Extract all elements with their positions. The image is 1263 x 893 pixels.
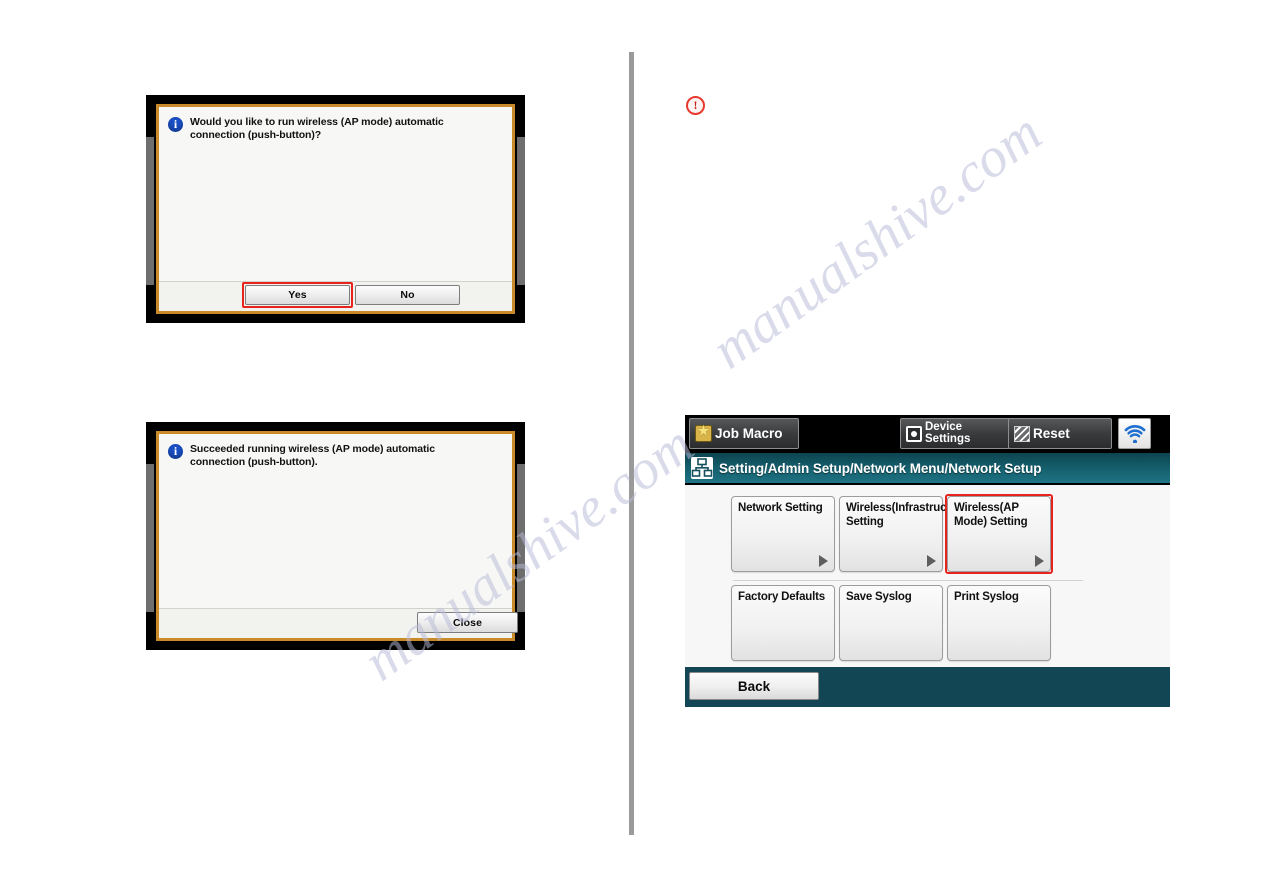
tile-print-syslog[interactable]: Print Syslog (947, 585, 1051, 661)
chevron-right-icon (927, 555, 936, 567)
success-dialog-body: Succeeded running wireless (AP mode) aut… (159, 434, 512, 608)
page-column-divider (629, 52, 634, 835)
yes-button[interactable]: Yes (245, 285, 350, 305)
tile-factory-defaults-label: Factory Defaults (738, 591, 825, 603)
panel-top-bar: Job Macro Device Settings Reset (685, 415, 1170, 453)
confirm-dialog-message: Would you like to run wireless (AP mode)… (190, 116, 444, 141)
back-button[interactable]: Back (689, 672, 819, 700)
network-hierarchy-icon (691, 457, 713, 479)
confirm-dialog-screenshot: Would you like to run wireless (AP mode)… (146, 95, 525, 323)
close-button[interactable]: Close (417, 612, 518, 633)
reset-label: Reset (1033, 426, 1070, 441)
job-macro-label: Job Macro (715, 426, 783, 441)
success-dialog-message: Succeeded running wireless (AP mode) aut… (190, 443, 435, 468)
job-macro-button[interactable]: Job Macro (689, 418, 799, 449)
reset-button[interactable]: Reset (1008, 418, 1112, 449)
watermark-line-2: manualshive.com (700, 101, 1053, 381)
tile-print-syslog-label: Print Syslog (954, 591, 1019, 603)
success-dialog-footer: Close (159, 608, 518, 638)
tile-wireless-ap-mode-setting-label: Wireless(AP Mode) Setting (954, 502, 1028, 528)
reset-icon (1014, 425, 1030, 442)
star-icon (695, 423, 712, 442)
tile-row-divider (733, 580, 1083, 581)
tile-save-syslog[interactable]: Save Syslog (839, 585, 943, 661)
tile-wireless-ap-mode-setting[interactable]: Wireless(AP Mode) Setting (945, 494, 1053, 574)
tile-wireless-infrastructure-setting[interactable]: Wireless(Infrastructure) Setting (839, 496, 971, 572)
no-button[interactable]: No (355, 285, 460, 305)
exclamation-circle-icon: ! (686, 96, 705, 115)
tile-network-setting[interactable]: Network Setting (731, 496, 835, 572)
device-settings-button[interactable]: Device Settings (900, 418, 1010, 449)
tile-network-setting-label: Network Setting (738, 502, 823, 514)
panel-tile-area: Network Setting Wireless(Infrastructure)… (685, 487, 1170, 667)
confirm-dialog: Would you like to run wireless (AP mode)… (156, 104, 515, 314)
info-icon (168, 116, 183, 132)
tile-save-syslog-label: Save Syslog (846, 591, 912, 603)
exclamation-circle-glyph: ! (693, 98, 698, 112)
tile-row-2: Factory Defaults Save Syslog Print Syslo… (731, 585, 1051, 661)
info-icon (168, 443, 183, 459)
success-dialog-screenshot: Succeeded running wireless (AP mode) aut… (146, 422, 525, 650)
device-settings-label: Device Settings (925, 421, 971, 445)
printer-control-panel: Job Macro Device Settings Reset (685, 415, 1170, 707)
breadcrumb-text: Setting/Admin Setup/Network Menu/Network… (719, 460, 1042, 476)
lcd-left-bar-2 (146, 464, 154, 612)
chevron-right-icon (1035, 555, 1044, 567)
wifi-status-button[interactable] (1118, 418, 1151, 449)
panel-bottom-bar: Back (685, 667, 1170, 707)
breadcrumb: Setting/Admin Setup/Network Menu/Network… (685, 453, 1170, 485)
lcd-right-bar-2 (517, 464, 525, 612)
tile-row-1: Network Setting Wireless(Infrastructure)… (731, 494, 1053, 574)
chevron-right-icon (819, 555, 828, 567)
lcd-left-bar (146, 137, 154, 285)
tile-factory-defaults[interactable]: Factory Defaults (731, 585, 835, 661)
confirm-dialog-footer: Yes No (159, 281, 512, 311)
confirm-dialog-body: Would you like to run wireless (AP mode)… (159, 107, 512, 281)
lcd-right-bar (517, 137, 525, 285)
wifi-icon (1124, 424, 1145, 443)
device-settings-icon (906, 425, 922, 442)
success-dialog: Succeeded running wireless (AP mode) aut… (156, 431, 518, 641)
